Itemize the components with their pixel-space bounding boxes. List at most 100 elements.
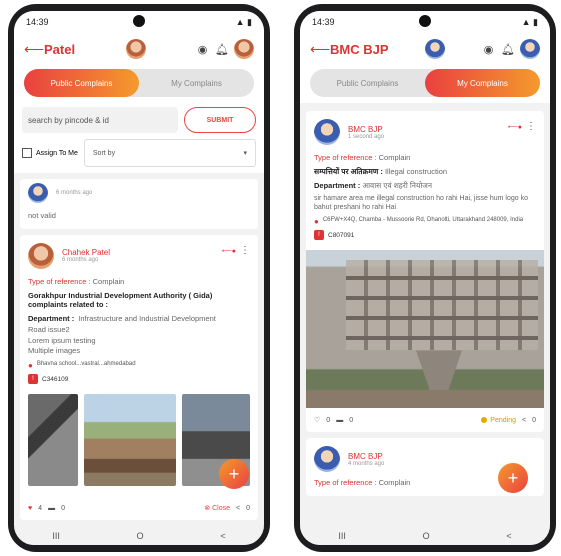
like-count: 0 (326, 416, 331, 424)
back-button[interactable]: < (506, 531, 511, 541)
recent-apps-button[interactable]: III (52, 531, 60, 541)
comment-count: 0 (61, 504, 65, 512)
profile-avatar[interactable] (234, 39, 255, 59)
tab-bar: Public Complains My Complains (300, 65, 550, 103)
reference-value: Complain (378, 478, 411, 488)
reference-value: Complain (378, 153, 411, 162)
prev-complaint-card[interactable]: 6 months ago not valid (20, 179, 258, 229)
complaint-image[interactable] (84, 394, 176, 486)
home-button[interactable]: O (423, 531, 430, 541)
search-row: search by pincode & id SUBMIT (14, 103, 264, 137)
comment-icon[interactable]: ▬ (336, 417, 343, 424)
address-row: ● C6FW+X4Q, Chamba - Mussoorie Rd, Dhanol… (314, 217, 536, 226)
share-icon[interactable]: < (522, 417, 526, 424)
assign-label: Assign To Me (36, 149, 78, 157)
comment-count: 0 (349, 416, 354, 424)
status-time: 14:39 (26, 17, 49, 27)
status-text: Pending (490, 416, 516, 424)
status-text: Close (212, 505, 230, 512)
complaint-subject: सम्पत्तियों पर अतिक्रमण : Illegal constr… (314, 167, 536, 177)
back-icon[interactable]: ⟵ (24, 41, 44, 58)
comment-icon[interactable]: ▬ (48, 505, 55, 512)
prev-avatar (28, 183, 48, 203)
flag-icon[interactable]: ⟵● (222, 247, 236, 255)
share-icon[interactable]: < (236, 505, 240, 512)
user-name[interactable]: BMC BJP (348, 452, 384, 461)
app-bar: ⟵ BMC BJP ◉ 🔔︎ (300, 33, 550, 65)
submit-button[interactable]: SUBMIT (184, 107, 256, 133)
search-input[interactable]: search by pincode & id (22, 107, 178, 133)
department: Department : आवास एवं शहरी नियोजन (314, 181, 536, 191)
tab-my-complains[interactable]: My Complains (139, 69, 254, 97)
sort-label: Sort by (92, 149, 116, 157)
status-bar: 14:39 ▲ ▮ (14, 11, 264, 33)
left-phone: 14:39 ▲ ▮ ⟵ Patel ◉ 🔔︎ Public Complains … (8, 4, 270, 552)
bell-icon[interactable]: 🔔︎ (215, 43, 229, 56)
reference-label: Type of reference : (314, 153, 377, 162)
profile-avatar[interactable] (520, 39, 541, 59)
prev-time: 6 months ago (56, 190, 93, 196)
assign-checkbox-wrap[interactable]: Assign To Me (22, 148, 78, 158)
department: Department : Infrastructure and Industria… (28, 314, 250, 324)
share-count: 0 (246, 504, 250, 512)
camera-hole (419, 15, 431, 27)
reference-label: Type of reference : (28, 276, 91, 286)
user-name[interactable]: BMC BJP (348, 125, 384, 134)
location-pin-icon: ● (314, 217, 319, 227)
chat-icon[interactable]: ◉ (482, 43, 495, 56)
header-avatar[interactable] (125, 39, 146, 59)
desc-line: Multiple images (28, 346, 81, 356)
add-complaint-button[interactable]: + (498, 463, 528, 493)
reference-type: Type of reference : Complain (28, 277, 250, 287)
right-screen: 14:39 ▲ ▮ ⟵ BMC BJP ◉ 🔔︎ Public Complain… (300, 11, 550, 545)
user-name[interactable]: Chahek Patel (62, 248, 110, 257)
user-avatar (314, 446, 340, 473)
chat-icon[interactable]: ◉ (196, 43, 209, 56)
id-badge-icon: ! (28, 374, 38, 384)
home-button[interactable]: O (137, 531, 144, 541)
post-time: 4 months ago (348, 460, 385, 467)
desc-line: Road issue2 (28, 324, 70, 334)
card-footer: ♥ 4 ▬ 0 ⊗ Close <0 (28, 504, 250, 513)
complaint-images (28, 394, 250, 486)
signal-icon: ▲ ▮ (235, 16, 252, 27)
header-avatar[interactable] (425, 39, 446, 59)
flag-icon[interactable]: ⟵● (508, 123, 522, 131)
system-nav-bar: III O < (300, 527, 550, 545)
sort-dropdown[interactable]: Sort by ▾ (83, 139, 256, 167)
add-complaint-button[interactable]: + (219, 459, 249, 489)
bell-icon[interactable]: 🔔︎ (501, 43, 515, 56)
complaint-image[interactable] (306, 250, 544, 409)
subject-label: सम्पत्तियों पर अतिक्रमण : (314, 166, 383, 176)
filter-row: Assign To Me Sort by ▾ (14, 137, 264, 173)
department-label: Department : (28, 314, 75, 323)
recent-apps-button[interactable]: III (338, 531, 346, 541)
reference-label: Type of reference : (314, 478, 377, 488)
complaint-id-row: ! C346109 (28, 374, 250, 384)
camera-hole (133, 15, 145, 27)
pending-dot (481, 417, 488, 424)
complaint-image[interactable] (28, 394, 78, 486)
tab-public-complains[interactable]: Public Complains (24, 69, 139, 97)
app-bar: ⟵ Patel ◉ 🔔︎ (14, 33, 264, 65)
like-icon[interactable]: ♥ (28, 505, 32, 512)
status-close[interactable]: ⊗ Close (204, 504, 230, 512)
page-title: Patel (44, 41, 76, 57)
like-icon[interactable]: ♡ (314, 416, 320, 424)
assign-checkbox[interactable] (22, 148, 32, 158)
reference-value: Complain (92, 276, 125, 286)
complaint-card[interactable]: ⟵● ⋮ BMC BJP 1 second ago Type of refere… (306, 111, 544, 433)
card-footer: ♡ 0 ▬ 0 Pending <0 (314, 416, 536, 425)
more-menu-icon[interactable]: ⋮ (526, 121, 536, 132)
more-menu-icon[interactable]: ⋮ (240, 245, 250, 256)
tab-my-complains[interactable]: My Complains (425, 69, 540, 97)
back-icon[interactable]: ⟵ (310, 41, 330, 58)
back-button[interactable]: < (220, 531, 225, 541)
building-floors (346, 260, 538, 351)
address-row: ● Bhavna school...vastral...ahmedabad (28, 361, 250, 370)
complaint-subject: Gorakhpur Industrial Development Authori… (28, 290, 213, 310)
like-count: 4 (38, 504, 43, 512)
status-pending[interactable]: Pending (481, 417, 516, 424)
reference-type: Type of reference : Complain (314, 153, 536, 163)
tab-public-complains[interactable]: Public Complains (310, 69, 425, 97)
